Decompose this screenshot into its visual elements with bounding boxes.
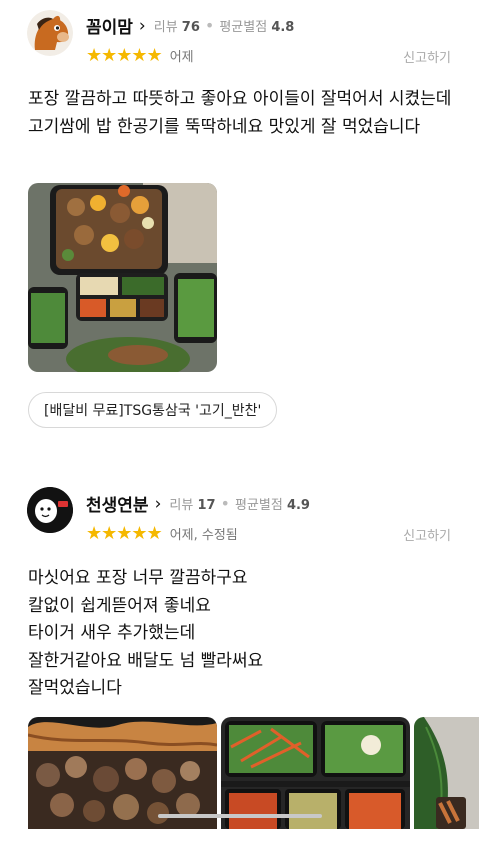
menu-chip[interactable]: [배달비 무료]TSG통삼국 '고기_반찬' [28, 392, 278, 428]
star-icon: ★★★★★ [86, 523, 163, 544]
separator-dot: • [204, 16, 215, 35]
review-text-line: 잘먹었습니다 [28, 678, 122, 698]
review-date: 어제 [169, 50, 194, 65]
avatar[interactable] [27, 10, 73, 56]
nickname[interactable]: 천생연분 [86, 491, 149, 516]
report-button[interactable]: 신고하기 [403, 47, 451, 66]
review-text-line: 칼없이 쉽게뜯어져 좋네요 [28, 595, 211, 616]
average-rating: 평균별점 4.8 [219, 20, 295, 35]
rating-row: ★★★★★ 어제, 수정됨 [86, 523, 238, 544]
chevron-right-icon[interactable]: › [155, 494, 162, 514]
review-count: 리뷰 76 [153, 20, 200, 35]
horizontal-scrollbar[interactable] [158, 814, 322, 818]
profile-row[interactable]: 꼼이맘 › 리뷰 76 • 평균별점 4.8 [86, 13, 295, 39]
report-button[interactable]: 신고하기 [403, 525, 451, 544]
separator-dot: • [220, 494, 230, 513]
review-text: 마싯어요 포장 너무 깔끔하구요 칼없이 쉽게뜯어져 좋네요 타이거 새우 추가… [28, 565, 460, 703]
star-icon: ★★★★★ [86, 45, 163, 66]
profile-row[interactable]: 천생연분 › 리뷰 17 • 평균별점 4.9 [86, 491, 310, 517]
review-photo[interactable] [28, 717, 217, 829]
average-rating: 평균별점 4.9 [234, 498, 310, 513]
review-photo[interactable] [414, 717, 479, 829]
review-count: 리뷰 17 [169, 498, 216, 513]
chevron-right-icon[interactable]: › [139, 16, 146, 36]
review-date: 어제, 수정됨 [169, 528, 238, 543]
review-photo[interactable] [221, 717, 410, 829]
review-text: 포장 깔끔하고 따뜻하고 좋아요 아이들이 잘먹어서 시켰는데 고기쌈에 밥 한… [28, 89, 452, 137]
review-text-line: 잘한거같아요 배달도 넘 빨라써요 [28, 650, 264, 671]
review-photo[interactable] [28, 183, 217, 372]
review-text-line: 마싯어요 포장 너무 깔끔하구요 [28, 568, 248, 588]
rating-row: ★★★★★ 어제 [86, 45, 194, 66]
avatar[interactable] [27, 487, 73, 533]
nickname[interactable]: 꼼이맘 [86, 13, 133, 38]
review-text-line: 타이거 새우 추가했는데 [28, 623, 196, 643]
